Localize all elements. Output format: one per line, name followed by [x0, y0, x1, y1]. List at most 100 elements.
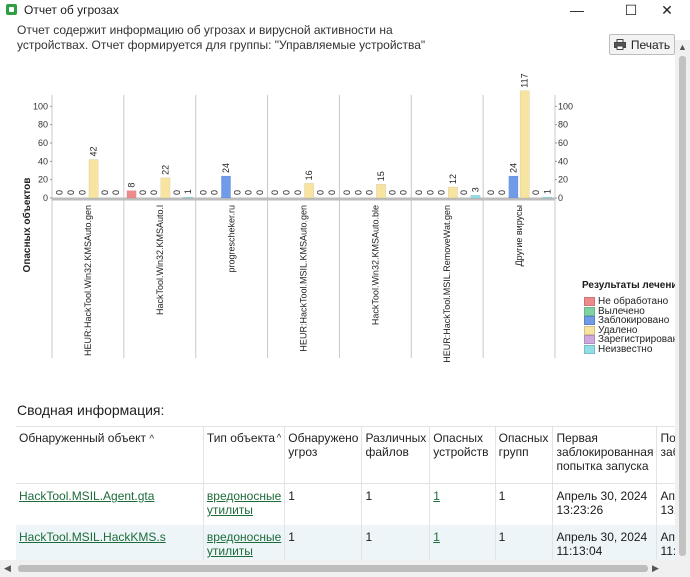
- legend-item: Неизвестно: [584, 344, 652, 355]
- bar-value-label: 12: [448, 174, 458, 184]
- category-label: HackTool.Win32.KMSAuto.ble: [370, 205, 380, 325]
- bar: [519, 90, 530, 199]
- y-tick-label: 20: [558, 175, 568, 185]
- bar-value-label: 0: [399, 190, 409, 195]
- bar-value-label: 0: [255, 190, 265, 195]
- bar-value-label: 0: [270, 190, 280, 195]
- files-cell: 1: [361, 483, 431, 525]
- table-row[interactable]: HackTool.MSIL.Agent.gta вредоносные утил…: [16, 483, 690, 525]
- bar: [304, 183, 315, 199]
- bar: [126, 190, 137, 199]
- bar-value-label: 1: [542, 189, 552, 194]
- bar: [508, 175, 519, 199]
- column-header-object[interactable]: Обнаруженный объект ^: [16, 426, 204, 484]
- bar-value-label: 0: [497, 190, 507, 195]
- bar-value-label: 0: [342, 190, 352, 195]
- category-label: HackTool.Win32.KMSAuto.l: [155, 205, 165, 315]
- bar-value-label: 0: [459, 190, 469, 195]
- bar: [221, 175, 231, 199]
- y-tick-label: 40: [558, 156, 568, 166]
- category-label: HEUR:HackTool.Win32.KMSAuto.gen: [83, 205, 93, 356]
- bar-value-label: 24: [508, 163, 518, 173]
- category-label: HEUR:HackTool.MSIL.RemoveWat.gen: [442, 205, 452, 363]
- bar-value-label: 0: [232, 190, 242, 195]
- threats-cell: 1: [284, 483, 363, 525]
- category-label: Другие вирусы: [514, 205, 524, 266]
- bar-value-label: 0: [486, 190, 496, 195]
- column-header-devices[interactable]: Опасных устройств: [429, 426, 496, 484]
- horizontal-scrollbar[interactable]: ◀ ▶: [0, 560, 690, 577]
- object-link[interactable]: HackTool.MSIL.Agent.gta: [19, 489, 154, 503]
- y-tick-label: 80: [558, 120, 568, 130]
- bar-value-label: 8: [127, 183, 137, 188]
- bar-value-label: 16: [304, 170, 314, 180]
- vertical-scrollbar[interactable]: ▲: [675, 40, 690, 560]
- bar: [183, 196, 193, 199]
- groups-cell: 1: [495, 483, 554, 525]
- column-header-groups[interactable]: Опасных групп: [495, 426, 554, 484]
- column-header-type[interactable]: Тип объекта ^: [203, 426, 286, 484]
- bar-value-label: 0: [198, 190, 208, 195]
- y-tick-label: 60: [558, 138, 568, 148]
- bar: [542, 196, 553, 199]
- bar-value-label: 0: [55, 190, 65, 195]
- y-tick-label: 0: [558, 193, 563, 203]
- bar-value-label: 0: [437, 190, 447, 195]
- bar-value-label: 42: [89, 146, 99, 156]
- bar-value-label: 0: [327, 190, 337, 195]
- category-label: progrescheker.ru: [227, 205, 237, 273]
- y-tick-label: 60: [38, 138, 48, 148]
- bar: [88, 159, 99, 199]
- devices-link[interactable]: 1: [433, 489, 440, 503]
- legend-title: Результаты лечения:: [582, 280, 687, 291]
- y-tick-label: 80: [38, 120, 48, 130]
- bar-value-label: 0: [293, 190, 303, 195]
- column-header-first-blocked[interactable]: Первая заблокированная попытка запуска: [552, 426, 658, 484]
- bar-value-label: 15: [376, 171, 386, 181]
- bar-value-label: 0: [353, 190, 363, 195]
- object-link[interactable]: HackTool.MSIL.HackKMS.s: [19, 530, 166, 544]
- bar-value-label: 0: [66, 190, 76, 195]
- bar-value-label: 22: [160, 165, 170, 175]
- y-tick-label: 100: [558, 101, 573, 111]
- bar-value-label: 0: [100, 190, 110, 195]
- column-header-files[interactable]: Различных файлов: [361, 426, 431, 484]
- bar-value-label: 0: [210, 190, 220, 195]
- sort-caret-icon: ^: [276, 433, 282, 444]
- sort-caret-icon: ^: [149, 434, 155, 445]
- bar-value-label: 0: [244, 190, 254, 195]
- devices-link[interactable]: 1: [433, 530, 440, 544]
- horizontal-scroll-thumb[interactable]: [18, 565, 648, 572]
- bar-value-label: 0: [365, 190, 375, 195]
- vertical-scroll-thumb[interactable]: [679, 56, 686, 556]
- y-axis-label: Опасных объектов: [21, 178, 33, 273]
- bar-value-label: 0: [138, 190, 148, 195]
- bar-value-label: 0: [531, 190, 541, 195]
- bar-value-label: 117: [520, 73, 530, 87]
- summary-title: Сводная информация:: [17, 402, 165, 418]
- scroll-up-icon[interactable]: ▲: [678, 42, 687, 52]
- first-blocked-cell: Апрель 30, 2024 13:23:26: [552, 483, 658, 525]
- object-type-link[interactable]: вредоносные утилиты: [207, 489, 281, 517]
- bar: [160, 177, 171, 199]
- y-tick-label: 40: [38, 156, 48, 166]
- summary-table: Обнаруженный объект ^ Тип объекта ^ Обна…: [16, 426, 690, 566]
- bar-value-label: 0: [149, 190, 159, 195]
- bar-value-label: 3: [470, 187, 480, 192]
- bar: [447, 186, 458, 199]
- scroll-right-icon[interactable]: ▶: [652, 563, 659, 574]
- bar: [470, 195, 481, 199]
- bar-value-label: 0: [282, 190, 292, 195]
- y-tick-label: 100: [33, 101, 48, 111]
- column-header-threats[interactable]: Обнаружено угроз: [284, 426, 363, 484]
- scroll-left-icon[interactable]: ◀: [4, 563, 11, 574]
- legend-label: Неизвестно: [598, 343, 653, 355]
- y-tick-label: 0: [43, 193, 48, 203]
- bar-value-label: 0: [425, 190, 435, 195]
- bar-value-label: 0: [315, 190, 325, 195]
- bar: [376, 184, 386, 199]
- object-type-link[interactable]: вредоносные утилиты: [207, 530, 281, 558]
- legend-swatch: [584, 344, 595, 354]
- bar-value-label: 0: [387, 190, 397, 195]
- category-label: HEUR:HackTool.MSIL.KMSAuto.gen: [299, 205, 309, 352]
